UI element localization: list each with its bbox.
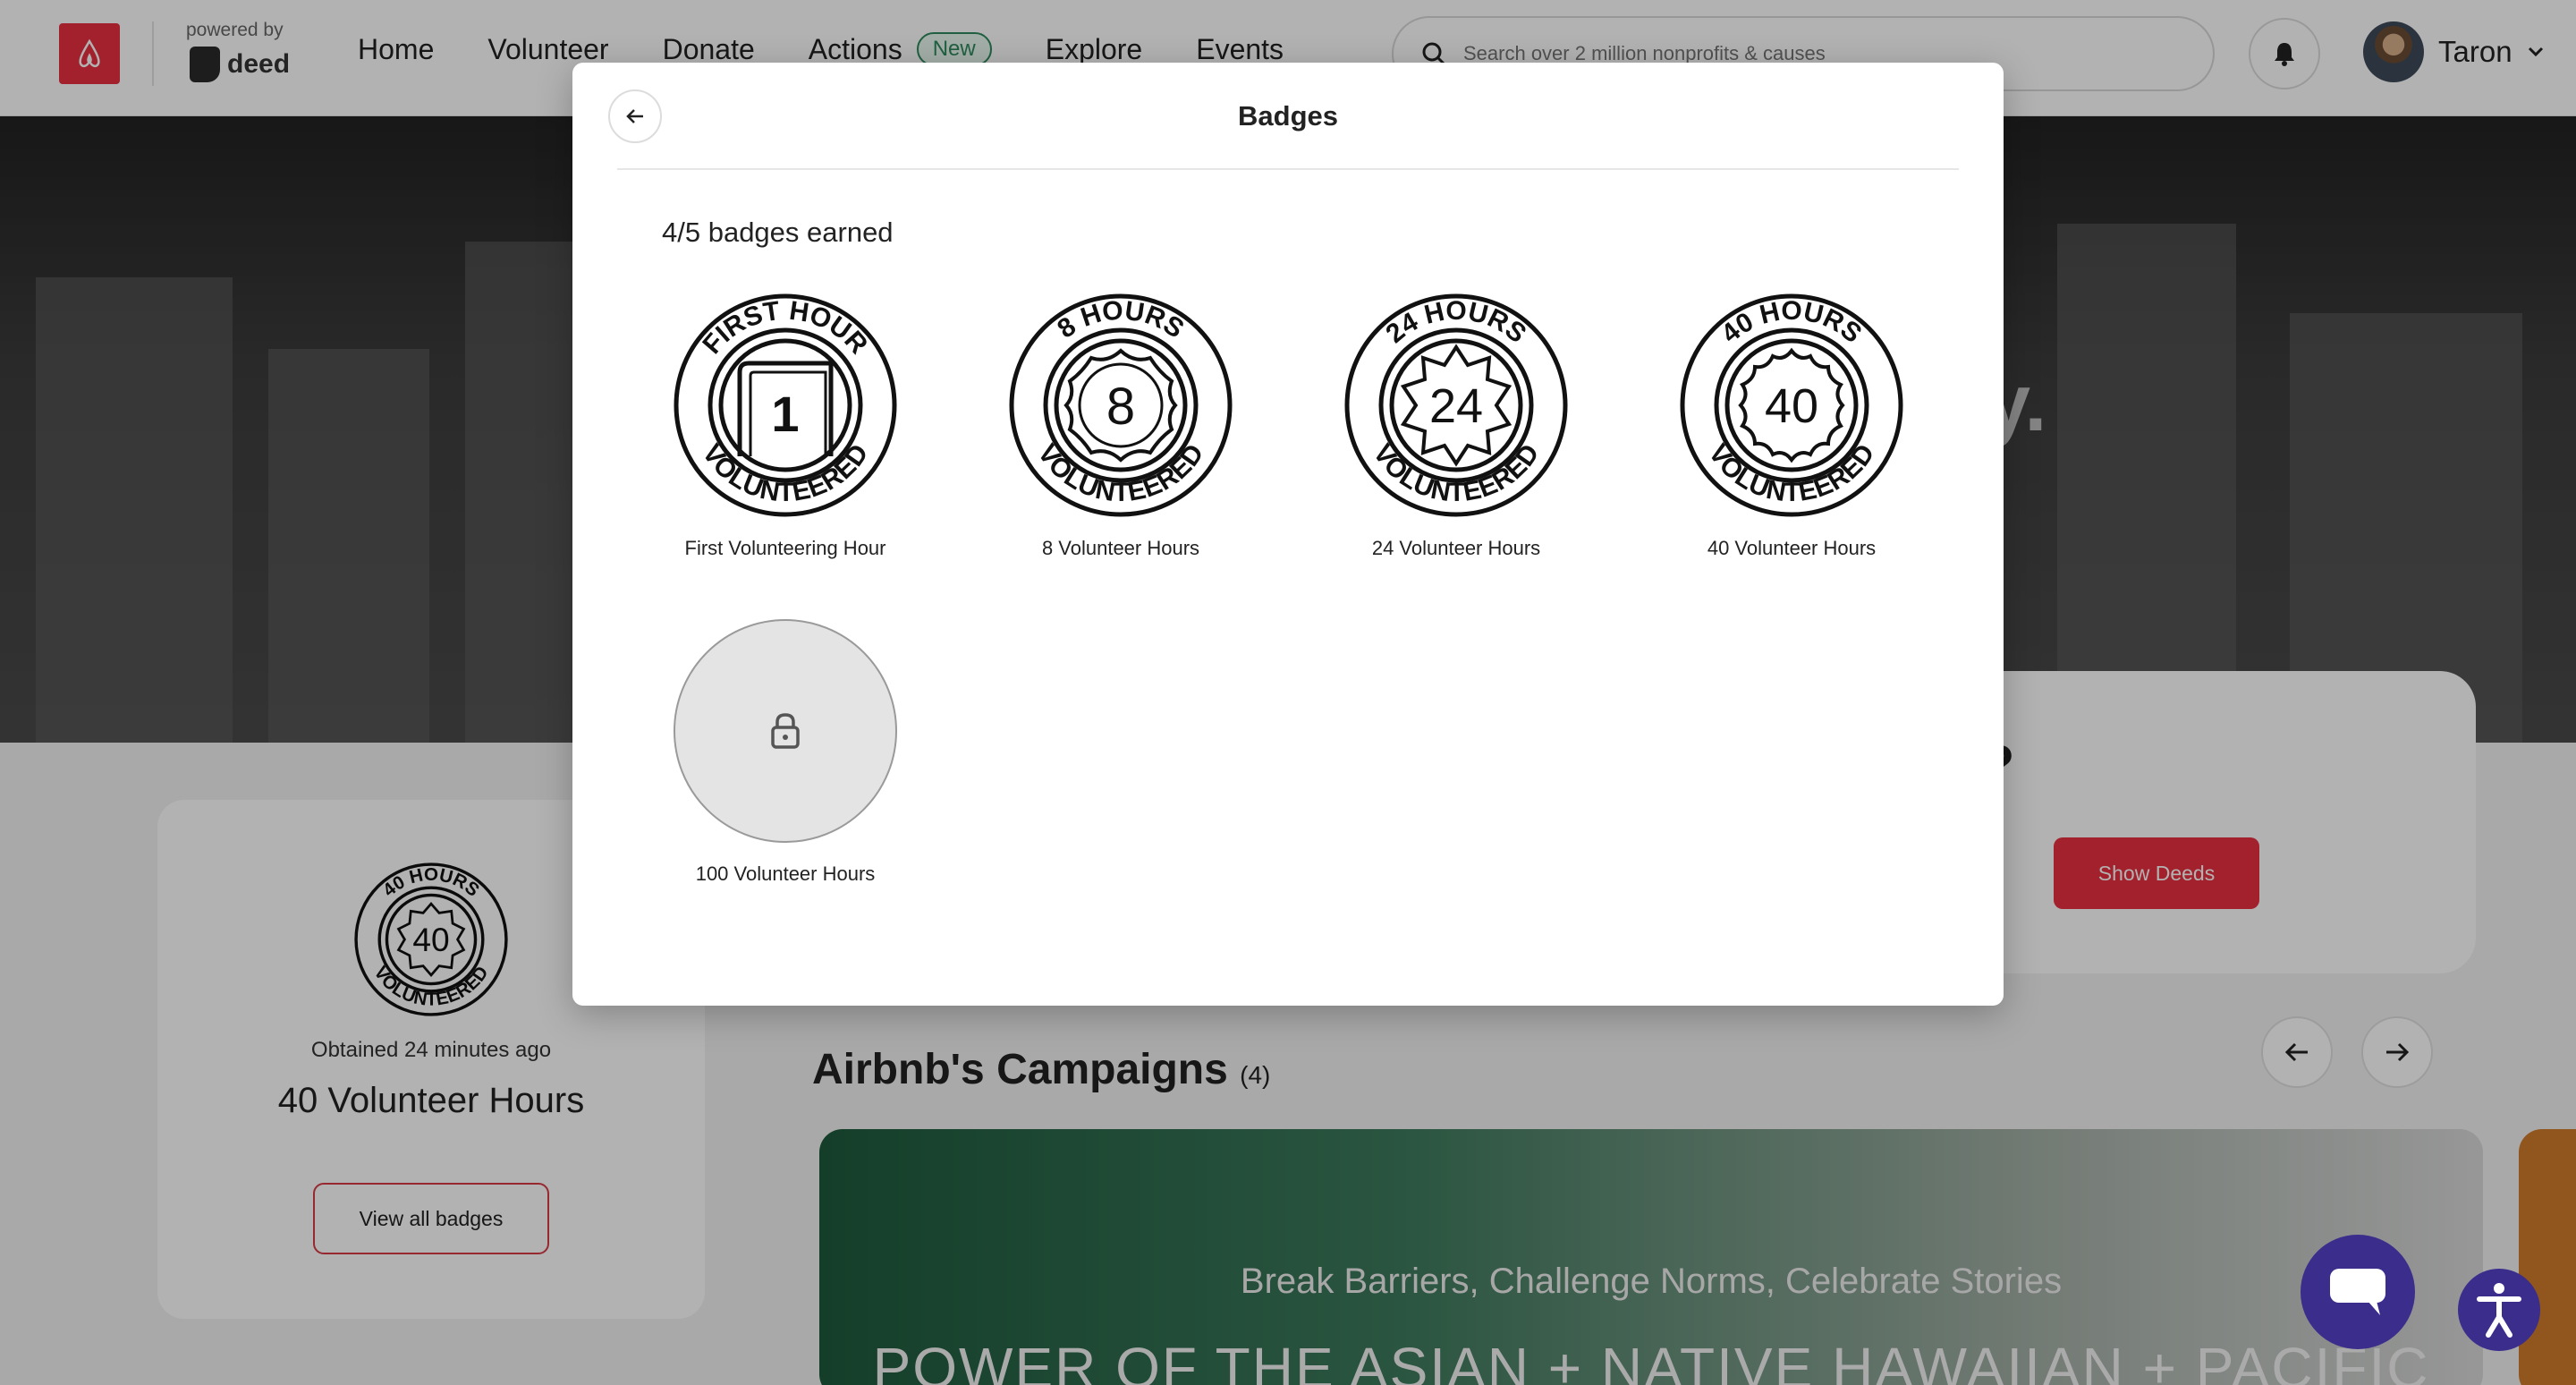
badge-label: First Volunteering Hour — [684, 537, 886, 559]
modal-divider — [617, 168, 1959, 170]
svg-text:40: 40 — [1765, 379, 1818, 433]
badge-first-hour[interactable]: 1 FIRST HOUR VOLUNTEERED First Volunteer… — [651, 293, 919, 560]
badges-earned-count: 4/5 badges earned — [662, 217, 894, 248]
modal-title: Badges — [1238, 100, 1338, 132]
svg-text:1: 1 — [771, 386, 799, 442]
badge-8-hours[interactable]: 8 8 HOURS VOLUNTEERED 8 Volunteer Hours — [987, 293, 1255, 560]
badge-24-hours[interactable]: 24 24 HOURS VOLUNTEERED 24 Volunteer Hou… — [1322, 293, 1590, 560]
badge-24-hours-icon: 24 24 HOURS VOLUNTEERED — [1344, 293, 1568, 517]
badge-40-hours-icon: 40 40 HOURS VOLUNTEERED — [1680, 293, 1903, 517]
badge-label: 24 Volunteer Hours — [1371, 537, 1541, 559]
lock-icon — [771, 713, 800, 749]
badges-modal: Badges 4/5 badges earned 1 FIRST HOUR VO… — [572, 63, 2004, 1006]
badge-8-hours-icon: 8 8 HOURS VOLUNTEERED — [1009, 293, 1233, 517]
chat-button[interactable] — [2301, 1235, 2415, 1349]
badge-40-hours[interactable]: 40 40 HOURS VOLUNTEERED 40 Volunteer Hou… — [1657, 293, 1926, 560]
svg-text:8: 8 — [1106, 378, 1135, 436]
locked-badge-circle — [674, 619, 897, 843]
svg-text:24: 24 — [1429, 379, 1483, 433]
badge-label: 40 Volunteer Hours — [1707, 537, 1877, 559]
badge-first-hour-icon: 1 FIRST HOUR VOLUNTEERED — [674, 293, 897, 517]
badge-label: 100 Volunteer Hours — [695, 862, 876, 885]
badge-100-hours-locked[interactable]: 100 Volunteer Hours — [651, 619, 919, 886]
chat-icon — [2330, 1269, 2385, 1315]
badge-label: 8 Volunteer Hours — [1041, 537, 1200, 559]
accessibility-icon — [2477, 1283, 2521, 1338]
accessibility-button[interactable] — [2458, 1269, 2540, 1351]
